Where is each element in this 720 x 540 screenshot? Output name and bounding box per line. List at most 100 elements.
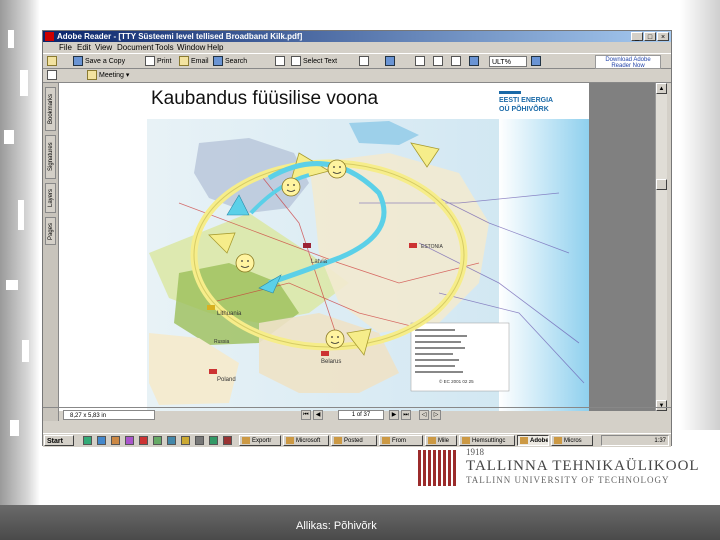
- media-icon[interactable]: [125, 436, 134, 445]
- fit-page-button[interactable]: [433, 56, 445, 68]
- left-decoration: [0, 0, 40, 505]
- quicklaunch-icon[interactable]: [209, 436, 218, 445]
- blue-stripe: [499, 119, 589, 411]
- hand-icon: [275, 56, 285, 67]
- secondary-toolbar: Meeting ▾: [43, 69, 671, 83]
- print-label: Print: [157, 58, 172, 65]
- page-size-display: 8,27 x 5,83 in: [63, 410, 155, 420]
- meeting-icon: [87, 70, 97, 81]
- scroll-thumb[interactable]: [656, 179, 667, 190]
- flag-marker: [207, 305, 215, 310]
- next-page-button[interactable]: ▶: [389, 410, 399, 420]
- map-label-russia: Russia: [214, 339, 230, 345]
- tab-pages[interactable]: Pages: [45, 217, 56, 245]
- back-button[interactable]: ◁: [419, 410, 429, 420]
- printer-icon: [145, 56, 155, 67]
- page-icon: [415, 56, 425, 67]
- quicklaunch-icon[interactable]: [195, 436, 204, 445]
- select-text-button[interactable]: Select Text: [291, 56, 337, 68]
- actual-size-button[interactable]: [415, 56, 427, 68]
- quicklaunch-icon[interactable]: [167, 436, 176, 445]
- search-label: Search: [225, 58, 248, 65]
- zoom-in-button[interactable]: [385, 56, 397, 68]
- save-copy-button[interactable]: Save a Copy: [73, 56, 125, 68]
- slide-title: Kaubandus füüsilise voona: [151, 88, 379, 109]
- minimize-button[interactable]: _: [631, 32, 643, 41]
- menu-edit[interactable]: Edit: [77, 42, 91, 53]
- task-button-active[interactable]: Adobe: [517, 435, 549, 446]
- app-icon: [45, 32, 54, 41]
- task-button[interactable]: Mile: [425, 435, 457, 446]
- menu-document[interactable]: Document: [117, 42, 153, 53]
- last-page-button[interactable]: ⏭: [401, 410, 411, 420]
- title-bar: Adobe Reader - [TTY Süsteemi level telli…: [43, 31, 671, 42]
- flag-marker: [409, 243, 417, 248]
- quicklaunch-icon[interactable]: [181, 436, 190, 445]
- zoom-select[interactable]: ULT%: [489, 56, 527, 67]
- tab-signatures[interactable]: Signatures: [45, 135, 56, 179]
- task-button[interactable]: Micros: [551, 435, 593, 446]
- university-logo: 1918 TALLINNA TEHNIKAÜLIKOOL TALLINN UNI…: [418, 447, 699, 489]
- page-number-input[interactable]: 1 of 37: [338, 410, 384, 420]
- task-button[interactable]: Microsoft: [283, 435, 329, 446]
- email-button[interactable]: Email: [179, 56, 209, 68]
- map-label-latvia: Latvia: [311, 259, 328, 265]
- zoom-out-button[interactable]: [469, 56, 481, 68]
- clock: 1:37: [654, 438, 666, 444]
- open-button[interactable]: [47, 56, 59, 68]
- pdf-page: Latvia Lithuania Belarus Poland Russia E…: [59, 83, 589, 411]
- scroll-up-button[interactable]: ▲: [656, 83, 667, 94]
- window-title: Adobe Reader - [TTY Süsteemi level telli…: [57, 32, 303, 41]
- select-text-label: Select Text: [303, 58, 338, 65]
- save-copy-label: Save a Copy: [85, 58, 126, 65]
- search-button[interactable]: Search: [213, 56, 247, 68]
- text-cursor-icon: [291, 56, 301, 67]
- print-button[interactable]: Print: [145, 56, 171, 68]
- quicklaunch-icon[interactable]: [223, 436, 232, 445]
- maximize-button[interactable]: □: [644, 32, 656, 41]
- acrobat-icon[interactable]: [139, 436, 148, 445]
- fit-page-icon: [433, 56, 443, 67]
- fit-width-button[interactable]: [451, 56, 463, 68]
- vertical-scrollbar[interactable]: ▲ ▼: [655, 83, 667, 411]
- task-button[interactable]: Posted: [331, 435, 377, 446]
- folder-icon: [47, 56, 57, 67]
- footer-bar: Allikas: Põhivõrk: [0, 505, 720, 540]
- browser-icon[interactable]: [97, 436, 106, 445]
- forward-button[interactable]: ▷: [431, 410, 441, 420]
- meeting-dropdown[interactable]: Meeting ▾: [87, 70, 129, 82]
- tab-layers[interactable]: Layers: [45, 183, 56, 213]
- acrobat-window: Adobe Reader - [TTY Süsteemi level telli…: [42, 30, 672, 447]
- plus-icon: [531, 56, 541, 67]
- hand-tool-button[interactable]: [275, 56, 287, 68]
- save-icon: [73, 56, 83, 67]
- tab-bookmarks[interactable]: Bookmarks: [45, 87, 56, 131]
- eye-icon: [47, 70, 57, 81]
- task-button[interactable]: Hemsuttingc: [459, 435, 515, 446]
- menu-tools[interactable]: Tools: [155, 42, 174, 53]
- menu-view[interactable]: View: [95, 42, 112, 53]
- desktop-icon[interactable]: [83, 436, 92, 445]
- get-adobe-reader-banner[interactable]: Download Adobe Reader Now: [595, 55, 661, 69]
- menu-window[interactable]: Window: [177, 42, 205, 53]
- task-button[interactable]: Exportr: [239, 435, 281, 446]
- map-label-estonia: ESTONIA: [421, 244, 444, 250]
- menu-file[interactable]: File: [59, 42, 72, 53]
- university-emblem-icon: [418, 450, 460, 486]
- task-button[interactable]: From: [379, 435, 423, 446]
- close-button[interactable]: ×: [657, 32, 669, 41]
- main-toolbar: Save a Copy Print Email Search Select Te…: [43, 53, 671, 69]
- snapshot-button[interactable]: [359, 56, 371, 68]
- email-label: Email: [191, 58, 209, 65]
- system-tray: 1:37: [601, 435, 669, 446]
- university-name: TALLINNA TEHNIKAÜLIKOOL: [466, 458, 700, 474]
- outlook-icon[interactable]: [111, 436, 120, 445]
- quicklaunch-icon[interactable]: [153, 436, 162, 445]
- zoom-plus-button[interactable]: [531, 56, 543, 68]
- menu-help[interactable]: Help: [207, 42, 223, 53]
- first-page-button[interactable]: ⏮: [301, 410, 311, 420]
- eye-button[interactable]: [47, 70, 59, 82]
- prev-page-button[interactable]: ◀: [313, 410, 323, 420]
- menu-bar: File Edit View Document Tools Window Hel…: [43, 42, 671, 53]
- start-button[interactable]: Start: [44, 435, 74, 446]
